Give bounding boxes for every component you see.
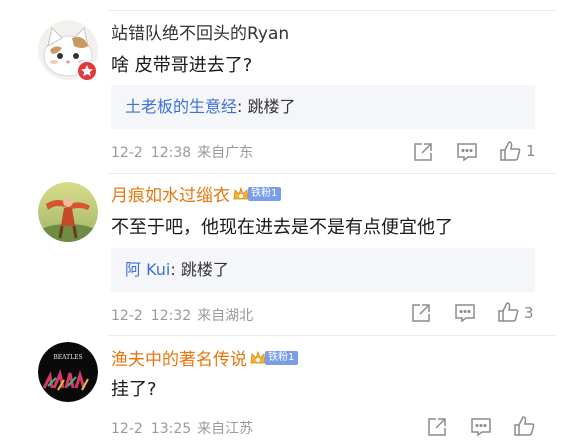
comment-location: 来自广东	[197, 145, 254, 161]
comment-username-text[interactable]: 月痕如水过缁衣	[111, 186, 230, 206]
like-count: 3	[524, 304, 534, 322]
like-icon[interactable]	[497, 301, 519, 323]
beatles-avatar-text: BEATLES	[53, 354, 82, 361]
reply-preview[interactable]: 土老板的生意经: 跳楼了	[111, 85, 535, 129]
comment-text: 挂了?	[111, 379, 157, 400]
comment-date: 12-2	[111, 308, 143, 324]
reply-preview[interactable]: 阿 Kui: 跳楼了	[111, 248, 535, 292]
comment-username[interactable]: 站错队绝不回头的Ryan	[111, 24, 289, 44]
comment-meta: 12-2 12:38 来自广东	[111, 142, 259, 162]
comment-date: 12-2	[111, 421, 143, 437]
comment-text: 啥 皮带哥进去了?	[111, 55, 253, 76]
beatles-avatar-icon[interactable]: BEATLES	[38, 342, 98, 402]
comment-username: 渔夫中的著名传说 铁粉1	[111, 349, 299, 370]
fan-badge: 铁粉1	[249, 349, 299, 367]
share-icon[interactable]	[412, 141, 434, 163]
comment-username: 月痕如水过缁衣 铁粉1	[111, 185, 282, 206]
verified-badge-icon	[76, 60, 98, 82]
like-count: 1	[526, 142, 536, 160]
comment-meta: 12-2 13:25 来自江苏	[111, 418, 259, 438]
comment-divider	[108, 173, 556, 174]
comment-divider	[108, 335, 556, 336]
comment-icon[interactable]	[470, 416, 492, 438]
share-icon[interactable]	[426, 416, 448, 438]
reply-username[interactable]: 土老板的生意经	[125, 97, 237, 116]
fan-badge-label: 铁粉1	[265, 351, 299, 365]
comment-text: 不至于吧，他现在进去是不是有点便宜他了	[111, 217, 453, 238]
comment-icon[interactable]	[456, 141, 478, 163]
reply-text: 跳楼了	[242, 97, 296, 116]
like-icon[interactable]	[513, 415, 535, 437]
comment-time: 12:32	[150, 308, 192, 324]
comment-location: 来自湖北	[197, 308, 254, 324]
reply-text: 跳楼了	[175, 260, 229, 279]
comment-location: 来自江苏	[197, 421, 254, 437]
share-icon[interactable]	[410, 302, 432, 324]
comment-time: 13:25	[150, 421, 192, 437]
comment-meta: 12-2 12:32 来自湖北	[111, 305, 259, 325]
fan-badge: 铁粉1	[232, 185, 282, 203]
fan-badge-label: 铁粉1	[248, 187, 282, 201]
dancer-avatar-icon[interactable]	[38, 182, 98, 242]
comment-icon[interactable]	[454, 302, 476, 324]
comment-date: 12-2	[111, 145, 143, 161]
comment-username-text[interactable]: 渔夫中的著名传说	[111, 350, 247, 370]
like-icon[interactable]	[499, 140, 521, 162]
top-divider	[108, 10, 556, 11]
comment-time: 12:38	[150, 145, 192, 161]
reply-username[interactable]: 阿 Kui	[125, 260, 170, 279]
